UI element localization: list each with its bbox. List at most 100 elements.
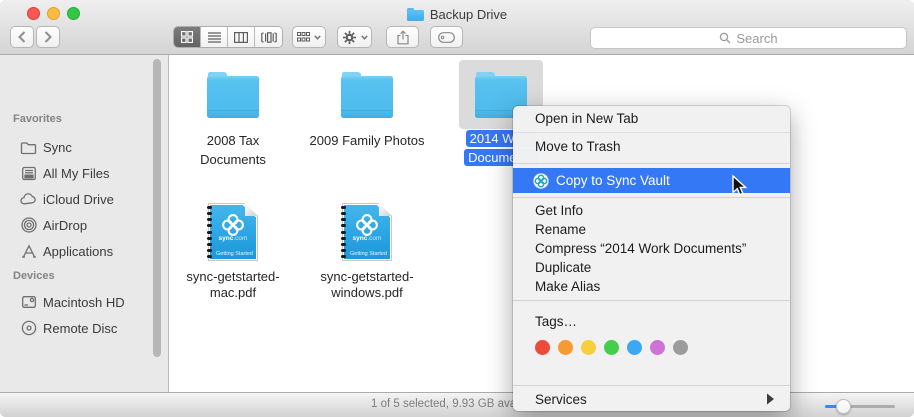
chevron-down-icon (360, 34, 368, 40)
sidebar-item-airdrop[interactable]: AirDrop (0, 212, 150, 238)
menu-item-label: Services (535, 391, 587, 407)
title-bar: Backup Drive Search (0, 0, 914, 55)
tag-color-yellow[interactable] (581, 339, 596, 355)
file-pdf-mac[interactable]: sync.com Getting Started sync-getstarted… (166, 189, 300, 323)
chevron-left-icon (18, 31, 26, 43)
menu-item-label: Duplicate (535, 259, 592, 275)
pdf-icon: sync.com Getting Started (207, 203, 258, 261)
sidebar-item-label: All My Files (43, 165, 110, 181)
sidebar-item-label: Sync (43, 139, 72, 155)
context-menu: Open in New Tab Move to Trash Copy to Sy… (513, 106, 790, 411)
pdf-cover-logo-text: sync.com (218, 235, 248, 242)
folder-proxy-icon (406, 7, 424, 21)
coverflow-view-icon (260, 31, 277, 43)
cloud-icon (20, 193, 37, 205)
applications-icon (20, 244, 37, 258)
file-label: 2008 Tax Documents (200, 133, 266, 167)
pdf-cover-logo-text: sync.com (352, 235, 382, 242)
gear-icon (342, 30, 356, 44)
coverflow-view-button[interactable] (255, 27, 282, 47)
sidebar-item-applications[interactable]: Applications (0, 238, 150, 264)
tag-icon (438, 31, 455, 43)
tag-color-purple[interactable] (650, 339, 665, 355)
tag-color-red[interactable] (535, 339, 550, 355)
menu-item-get-info[interactable]: Get Info (513, 201, 790, 220)
menu-item-label: Tags… (535, 314, 578, 330)
forward-button[interactable] (36, 26, 60, 48)
sidebar-item-all-my-files[interactable]: All My Files (0, 160, 150, 186)
sidebar-scrollbar[interactable] (153, 59, 161, 357)
icon-view-button[interactable] (174, 27, 201, 47)
icon-size-slider[interactable] (825, 398, 895, 414)
menu-item-compress[interactable]: Compress “2014 Work Documents” (513, 239, 790, 258)
menu-item-label: Open in New Tab (535, 111, 639, 127)
action-button[interactable] (337, 26, 372, 48)
chevron-down-icon (314, 34, 321, 40)
finder-window: Backup Drive Search Favorites Sync All M… (0, 0, 914, 417)
file-label: 2009 Family Photos (309, 133, 425, 148)
sidebar-item-label: Applications (43, 243, 114, 259)
tag-color-gray[interactable] (673, 339, 688, 355)
menu-item-duplicate[interactable]: Duplicate (513, 258, 790, 277)
search-input[interactable]: Search (590, 27, 907, 49)
tag-color-green[interactable] (604, 339, 619, 355)
search-placeholder: Search (736, 30, 778, 46)
menu-item-make-alias[interactable]: Make Alias (513, 277, 790, 296)
menu-separator (513, 296, 790, 305)
menu-spacer (513, 360, 790, 384)
file-folder-2008-tax-documents[interactable]: 2008 Tax Documents (166, 55, 300, 189)
sidebar-item-remote-disc[interactable]: Remote Disc (0, 315, 150, 341)
grid-view-icon (181, 31, 193, 43)
pdf-icon: sync.com Getting Started (341, 203, 392, 261)
file-label: sync-getstarted- mac.pdf (186, 269, 280, 300)
hard-drive-icon (20, 295, 37, 309)
sidebar-item-sync[interactable]: Sync (0, 134, 150, 160)
file-folder-2009-family-photos[interactable]: 2009 Family Photos (300, 55, 434, 189)
pdf-cover-caption: Getting Started (216, 251, 253, 257)
menu-item-label: Copy to Sync Vault (556, 173, 670, 189)
menu-item-open-in-new-tab[interactable]: Open in New Tab (513, 106, 790, 133)
sidebar-header-favorites: Favorites (13, 113, 62, 125)
sidebar-item-macintosh-hd[interactable]: Macintosh HD (0, 289, 150, 315)
mouse-cursor (732, 174, 748, 196)
column-view-button[interactable] (228, 27, 255, 47)
list-view-button[interactable] (201, 27, 228, 47)
sidebar-item-label: Remote Disc (43, 320, 118, 336)
menu-separator (513, 160, 790, 168)
tag-color-orange[interactable] (558, 339, 573, 355)
airdrop-icon (20, 217, 37, 233)
sidebar: Favorites Sync All My Files iCloud Drive… (0, 55, 169, 392)
menu-item-label: Make Alias (535, 278, 601, 294)
list-view-icon (207, 31, 221, 43)
slider-knob[interactable] (836, 398, 851, 414)
menu-item-label: Get Info (535, 203, 584, 219)
spiral-binding (341, 206, 346, 258)
tag-button[interactable] (430, 26, 463, 48)
chevron-right-icon (44, 31, 52, 43)
share-button[interactable] (386, 26, 419, 48)
sync-vault-icon (533, 172, 549, 189)
back-button[interactable] (10, 26, 34, 48)
arrange-icon (297, 32, 310, 42)
menu-item-tags[interactable]: Tags… (513, 309, 790, 335)
sidebar-item-icloud-drive[interactable]: iCloud Drive (0, 186, 150, 212)
menu-item-label: Compress “2014 Work Documents” (535, 241, 747, 257)
pdf-cover-caption: Getting Started (350, 251, 387, 257)
tag-color-row (513, 335, 790, 361)
file-pdf-windows[interactable]: sync.com Getting Started sync-getstarted… (300, 189, 434, 323)
menu-item-services[interactable]: Services (513, 387, 790, 411)
folder-icon (20, 140, 37, 155)
sidebar-item-label: Macintosh HD (43, 294, 125, 310)
tag-color-blue[interactable] (627, 339, 642, 355)
submenu-arrow-icon (767, 393, 774, 405)
menu-item-move-to-trash[interactable]: Move to Trash (513, 133, 790, 160)
spiral-binding (207, 206, 212, 258)
column-view-icon (234, 31, 248, 43)
search-icon (720, 32, 731, 44)
window-title: Backup Drive (429, 6, 508, 22)
arrange-button[interactable] (292, 26, 326, 48)
menu-item-label: Move to Trash (535, 138, 621, 154)
folder-icon (341, 72, 393, 118)
menu-item-rename[interactable]: Rename (513, 220, 790, 239)
documents-stack-icon (20, 166, 37, 181)
